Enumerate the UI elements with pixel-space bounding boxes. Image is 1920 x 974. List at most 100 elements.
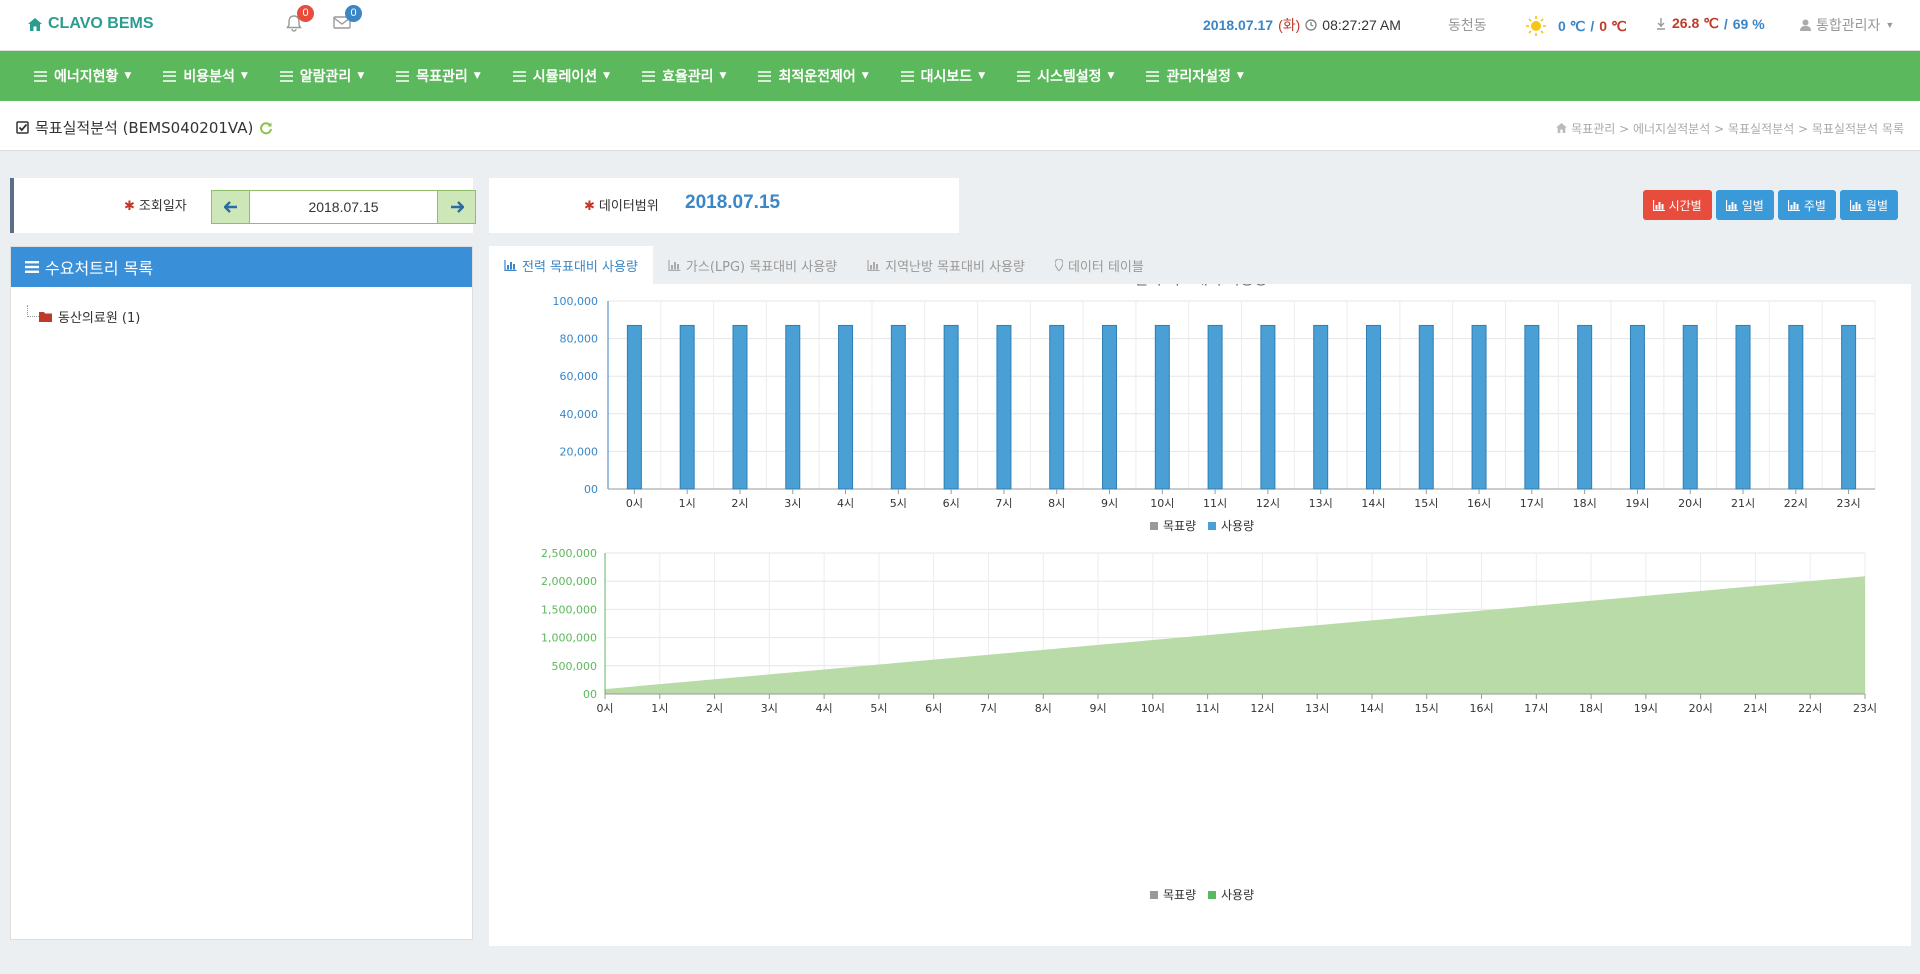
tree-item-label: 동산의료원 (1): [58, 311, 141, 326]
location-name: 동천동: [1448, 17, 1487, 33]
nav-item-5[interactable]: 효율관리 ▼: [642, 66, 726, 86]
nav-item-3[interactable]: 목표관리 ▼: [396, 66, 481, 86]
nav-item-2[interactable]: 알람관리 ▼: [279, 66, 365, 86]
x-tick-label: 12시: [1250, 702, 1274, 715]
nav-item-6[interactable]: 최적운전제어 ▼: [758, 66, 869, 86]
x-tick-label: 13시: [1309, 497, 1333, 510]
period-button-0[interactable]: 시간별: [1642, 190, 1712, 220]
nav-item-label: 대시보드: [920, 69, 973, 85]
tab-3[interactable]: 데이터 테이블: [1040, 246, 1159, 284]
tree-header: 수요처트리 목록: [11, 247, 472, 287]
nav-item-8[interactable]: 시스템설정 ▼: [1017, 66, 1114, 86]
brand-name: CLAVO BEMS: [48, 15, 154, 32]
datetime-display: 2018.07.17 (화) 08:27:27 AM: [1203, 15, 1401, 35]
bar-chart-icon: [1652, 199, 1665, 211]
bar: [1313, 324, 1329, 490]
menu-bars-icon: [900, 70, 914, 82]
indoor-temp: 26.8 ℃: [1672, 15, 1719, 31]
user-menu[interactable]: 통합관리자 ▼: [1800, 15, 1894, 35]
bar: [679, 324, 695, 490]
x-tick-label: 17시: [1520, 497, 1544, 510]
nav-item-label: 비용분석: [183, 69, 235, 85]
outdoor-weather: 0 ℃ / 0 ℃: [1525, 15, 1627, 37]
prev-date-button[interactable]: [212, 191, 249, 223]
bar-chart-icon: [668, 259, 681, 271]
user-name: 통합관리자: [1816, 17, 1881, 33]
y-tick-label: 2,000,000: [541, 575, 597, 588]
arrow-right-icon: [450, 201, 464, 213]
indoor-humidity: 69 %: [1732, 15, 1765, 32]
tree-item[interactable]: 동산의료원 (1): [39, 307, 140, 326]
page-title: 목표실적분석 (BEMS040201VA): [35, 119, 254, 137]
tab-0[interactable]: 전력 목표대비 사용량: [489, 246, 653, 284]
y-tick-label: 20,000: [560, 445, 599, 458]
alerts-button[interactable]: 0: [285, 5, 314, 32]
x-tick-label: 9시: [1101, 497, 1118, 510]
tab-label: 데이터 테이블: [1067, 259, 1144, 275]
x-tick-label: 20시: [1689, 702, 1713, 715]
messages-button[interactable]: 0: [333, 5, 362, 30]
legend-swatch: [1150, 891, 1158, 899]
brand-logo[interactable]: CLAVO BEMS: [28, 15, 153, 33]
user-icon: [1800, 19, 1811, 31]
menu-bars-icon: [396, 70, 410, 82]
y-tick-label: 500,000: [552, 660, 598, 673]
chart-title: 전력 목표대비 사용량: [1134, 284, 1268, 288]
tab-label: 가스(LPG) 목표대비 사용량: [685, 259, 838, 275]
x-tick-label: 2시: [731, 497, 748, 510]
tab-1[interactable]: 가스(LPG) 목표대비 사용량: [653, 246, 852, 284]
bar: [943, 324, 959, 490]
x-tick-label: 5시: [870, 702, 887, 715]
thermometer-icon: [1657, 17, 1665, 30]
bar: [1365, 324, 1381, 490]
nav-item-label: 시스템설정: [1037, 69, 1102, 85]
x-tick-label: 21시: [1731, 497, 1755, 510]
date-input[interactable]: [249, 191, 438, 223]
bar-chart-icon: [867, 259, 880, 271]
x-tick-label: 20시: [1678, 497, 1702, 510]
x-tick-label: 1시: [651, 702, 668, 715]
period-button-1[interactable]: 일별: [1715, 190, 1774, 220]
breadcrumb-text: 목표관리 > 에너지실적분석 > 목표실적분석 > 목표실적분석 목록: [1571, 122, 1904, 136]
bar: [1049, 324, 1065, 490]
caret-down-icon: ▼: [240, 71, 248, 81]
bar: [1629, 324, 1645, 490]
legend-label: 목표량: [1163, 519, 1196, 533]
nav-item-4[interactable]: 시뮬레이션 ▼: [512, 66, 610, 86]
x-tick-label: 17시: [1524, 702, 1548, 715]
caret-down-icon: ▼: [473, 71, 481, 81]
bar: [1682, 324, 1698, 490]
refresh-icon[interactable]: [259, 121, 273, 135]
nav-item-9[interactable]: 관리자설정 ▼: [1146, 66, 1244, 86]
x-tick-label: 4시: [837, 497, 854, 510]
chart-panel: 100,000 80,000 60,000 40,000 20,000 00 0시 1시 2시 3…: [489, 270, 1911, 946]
nav-item-label: 최적운전제어: [778, 69, 856, 85]
nav-item-7[interactable]: 대시보드 ▼: [900, 66, 986, 86]
period-button-2[interactable]: 주별: [1777, 190, 1836, 220]
charts-svg: 100,00080,00060,00040,00020,000000시 1시 2시 3…: [541, 270, 1877, 902]
x-tick-label: 21시: [1743, 702, 1767, 715]
date-label: ✱ 조회일자: [124, 199, 187, 214]
range-value: 2018.07.15: [685, 192, 781, 213]
period-button-3[interactable]: 월별: [1839, 190, 1898, 220]
bar: [732, 324, 748, 490]
tree-connector: [27, 305, 39, 317]
bar: [996, 324, 1012, 490]
nav-item-0[interactable]: 에너지현황 ▼: [34, 66, 131, 86]
period-button-label: 월별: [1865, 198, 1888, 213]
nav-item-1[interactable]: 비용분석 ▼: [163, 66, 248, 86]
x-tick-label: 6시: [925, 702, 942, 715]
x-tick-label: 13시: [1305, 702, 1329, 715]
tab-2[interactable]: 지역난방 목표대비 사용량: [852, 246, 1040, 284]
clock-icon: [1305, 19, 1317, 31]
legend-label: 사용량: [1221, 519, 1254, 533]
menu-bars-icon: [758, 70, 772, 82]
menu-bars-icon: [642, 70, 656, 82]
caret-down-icon: ▼: [978, 71, 986, 81]
alerts-count-badge: 0: [297, 5, 314, 22]
menu-bars-icon: [1017, 70, 1031, 82]
next-date-button[interactable]: [438, 191, 475, 223]
x-tick-label: 2시: [706, 702, 723, 715]
chevron-down-icon: ▼: [1885, 20, 1895, 30]
caret-down-icon: ▼: [357, 71, 365, 81]
